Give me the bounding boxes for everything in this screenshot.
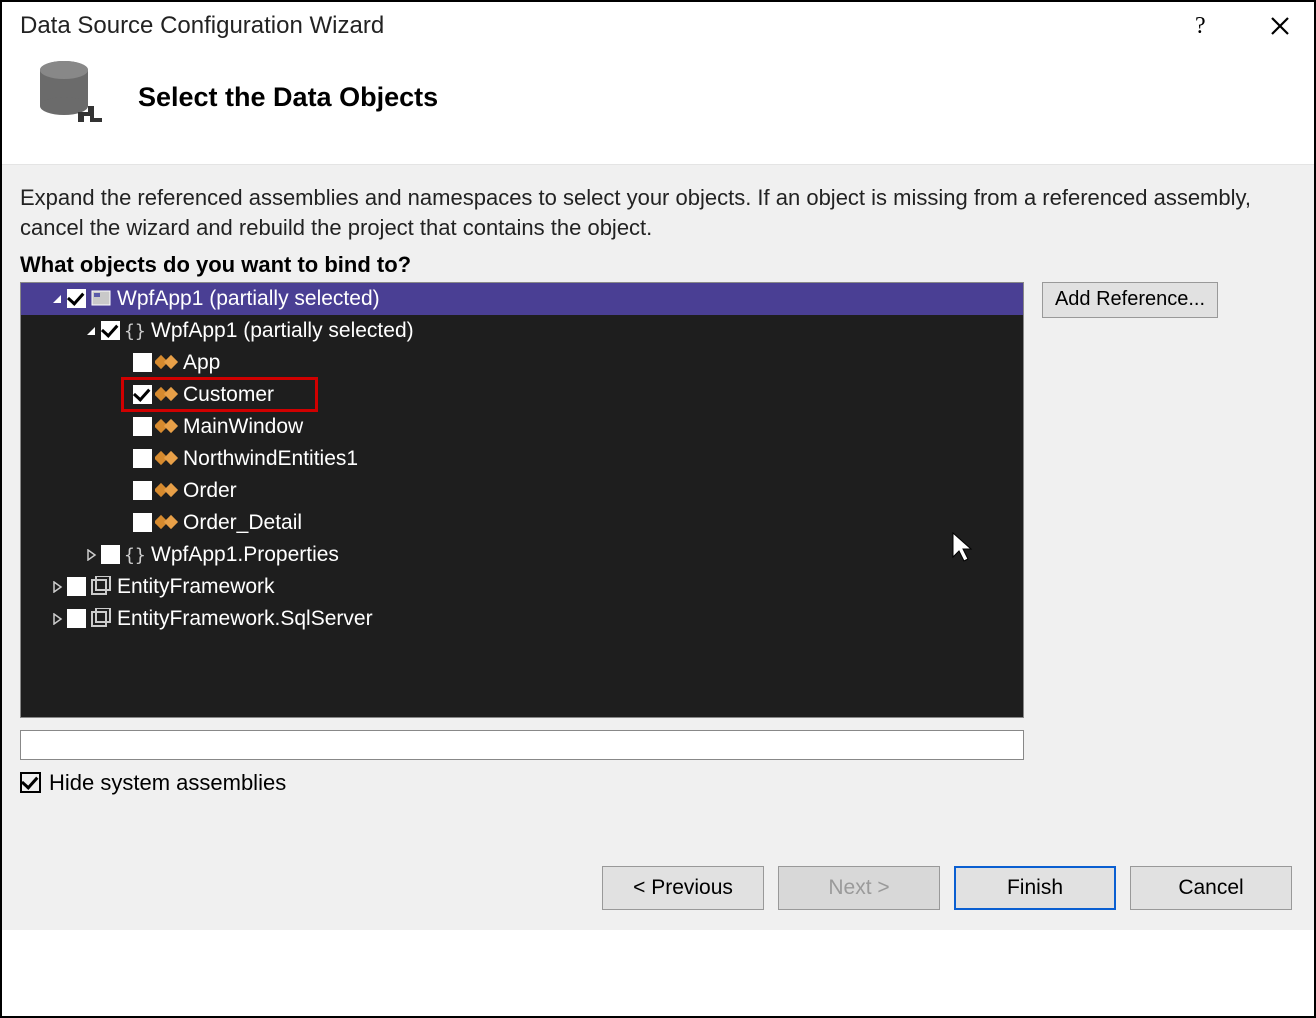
tree-node-class-customer[interactable]: Customer xyxy=(21,379,1023,411)
checkbox[interactable] xyxy=(133,417,152,436)
svg-text:{}: {} xyxy=(124,321,146,342)
class-icon xyxy=(155,351,179,375)
titlebar: Data Source Configuration Wizard ? xyxy=(2,2,1314,46)
finish-label: Finish xyxy=(1007,876,1063,900)
tree-node-label: WpfApp1.Properties xyxy=(151,543,339,567)
cancel-label: Cancel xyxy=(1178,876,1243,900)
tree-node-class-app[interactable]: App xyxy=(21,347,1023,379)
checkbox[interactable] xyxy=(67,577,86,596)
checkbox[interactable] xyxy=(101,321,120,340)
expander-icon[interactable] xyxy=(49,611,65,627)
tree-node-label: App xyxy=(183,351,220,375)
tree-node-assembly-efsql[interactable]: EntityFramework.SqlServer xyxy=(21,603,1023,635)
cancel-button[interactable]: Cancel xyxy=(1130,866,1292,910)
hide-system-label: Hide system assemblies xyxy=(49,770,286,796)
wizard-content: Expand the referenced assemblies and nam… xyxy=(2,164,1314,806)
assembly-icon xyxy=(89,607,113,631)
tree-node-namespace-properties[interactable]: {} WpfApp1.Properties xyxy=(21,539,1023,571)
question-label: What objects do you want to bind to? xyxy=(20,252,1296,278)
previous-button[interactable]: < Previous xyxy=(602,866,764,910)
database-icon xyxy=(30,56,108,134)
checkbox[interactable] xyxy=(133,353,152,372)
tree-node-assembly-ef[interactable]: EntityFramework xyxy=(21,571,1023,603)
tree-node-label: NorthwindEntities1 xyxy=(183,447,358,471)
checkbox[interactable] xyxy=(67,609,86,628)
tree-node-label: WpfApp1 (partially selected) xyxy=(117,287,380,311)
tree-node-label: Order_Detail xyxy=(183,511,302,535)
svg-text:{}: {} xyxy=(124,545,146,566)
checkbox[interactable] xyxy=(133,385,152,404)
close-button[interactable] xyxy=(1264,10,1296,42)
tree-node-label: MainWindow xyxy=(183,415,303,439)
checkbox[interactable] xyxy=(133,481,152,500)
titlebar-buttons: ? xyxy=(1188,10,1296,42)
help-button[interactable]: ? xyxy=(1188,10,1220,42)
next-button: Next > xyxy=(778,866,940,910)
class-icon xyxy=(155,511,179,535)
tree-node-class-orderdetail[interactable]: Order_Detail xyxy=(21,507,1023,539)
finish-button[interactable]: Finish xyxy=(954,866,1116,910)
class-icon xyxy=(155,383,179,407)
tree-node-label: Customer xyxy=(183,383,274,407)
namespace-icon: {} xyxy=(123,319,147,343)
next-label: Next > xyxy=(828,876,889,900)
checkbox[interactable] xyxy=(20,772,41,793)
tree-node-label: EntityFramework xyxy=(117,575,275,599)
page-title: Select the Data Objects xyxy=(138,82,438,113)
checkbox[interactable] xyxy=(133,513,152,532)
tree-node-namespace-wpfapp1[interactable]: {} WpfApp1 (partially selected) xyxy=(21,315,1023,347)
tree-node-class-order[interactable]: Order xyxy=(21,475,1023,507)
add-reference-label: Add Reference... xyxy=(1055,288,1205,311)
checkbox[interactable] xyxy=(67,289,86,308)
expander-icon[interactable] xyxy=(49,291,65,307)
hide-system-option[interactable]: Hide system assemblies xyxy=(20,770,1024,796)
previous-label: < Previous xyxy=(633,876,733,900)
instructions-text: Expand the referenced assemblies and nam… xyxy=(20,183,1296,244)
window-title: Data Source Configuration Wizard xyxy=(20,12,1188,40)
expander-icon[interactable] xyxy=(83,547,99,563)
tree-node-label: WpfApp1 (partially selected) xyxy=(151,319,414,343)
tree-node-label: Order xyxy=(183,479,237,503)
class-icon xyxy=(155,415,179,439)
class-icon xyxy=(155,447,179,471)
wizard-footer: < Previous Next > Finish Cancel xyxy=(2,806,1314,930)
object-tree[interactable]: WpfApp1 (partially selected) {} WpfApp1 … xyxy=(20,282,1024,718)
add-reference-button[interactable]: Add Reference... xyxy=(1042,282,1218,318)
project-icon xyxy=(89,287,113,311)
tree-node-class-mainwindow[interactable]: MainWindow xyxy=(21,411,1023,443)
class-icon xyxy=(155,479,179,503)
expander-icon[interactable] xyxy=(49,579,65,595)
tree-node-project-wpfapp1[interactable]: WpfApp1 (partially selected) xyxy=(21,283,1023,315)
checkbox[interactable] xyxy=(101,545,120,564)
assembly-icon xyxy=(89,575,113,599)
selected-object-field[interactable] xyxy=(20,730,1024,760)
tree-node-label: EntityFramework.SqlServer xyxy=(117,607,373,631)
namespace-icon: {} xyxy=(123,543,147,567)
svg-text:?: ? xyxy=(1195,13,1206,39)
checkbox[interactable] xyxy=(133,449,152,468)
tree-node-class-northwind[interactable]: NorthwindEntities1 xyxy=(21,443,1023,475)
wizard-header: Select the Data Objects xyxy=(2,46,1314,164)
expander-icon[interactable] xyxy=(83,323,99,339)
